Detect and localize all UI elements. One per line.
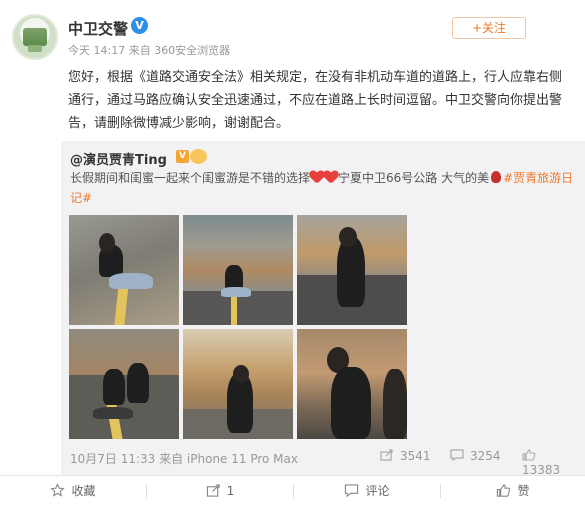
photo-6[interactable] [297,329,407,439]
action-bar: 收藏 1 评论 赞 [0,475,585,505]
comment-count[interactable]: 3254 [450,449,501,463]
verified-gold-icon: V [176,150,189,163]
repost-count[interactable]: 3541 [380,449,431,463]
like-button[interactable]: 赞 [441,476,585,505]
repost-time-source: 10月7日 11:33 来自 iPhone 11 Pro Max [70,452,298,466]
favorite-label: 收藏 [71,484,96,498]
repost-text-part2: 宁夏中卫66号公路 大气的美 [338,171,490,185]
comment-button[interactable]: 评论 [294,476,440,505]
repost-icon [206,484,220,497]
repost-text-part1: 长假期间和闺蜜一起来个闺蜜游是不错的选择 [70,171,311,185]
heart-icon [324,171,338,183]
post-header: 中卫交警 V 今天 14:17 来自 360安全浏览器 +关注 [0,0,585,62]
like-count[interactable]: 13383 [522,449,576,477]
post-meta: 今天 14:17 来自 360安全浏览器 [68,44,231,57]
photo-3[interactable] [297,215,407,325]
photo-5[interactable] [183,329,293,439]
follow-button[interactable]: +关注 [452,17,526,39]
photo-2[interactable] [183,215,293,325]
post-text: 您好，根据《道路交通安全法》相关规定，在没有非机动车道的道路上，行人应靠右侧通行… [68,70,563,131]
photo-4[interactable] [69,329,179,439]
photo-1[interactable] [69,215,179,325]
star-icon [50,483,66,497]
repost-footer: 10月7日 11:33 来自 iPhone 11 Pro Max 3541 32… [70,448,576,477]
thumbs-up-icon [522,449,536,461]
repost-button[interactable]: 1 [147,476,293,505]
like-label: 赞 [517,484,530,498]
share-icon [380,449,393,461]
rose-icon [491,171,502,183]
repost-action-count: 1 [226,484,235,498]
author-name[interactable]: 中卫交警 [68,18,128,39]
comment-label: 评论 [365,484,390,498]
emoji-icon [190,149,207,164]
avatar[interactable] [12,14,58,60]
repost-text: 长假期间和闺蜜一起来个闺蜜游是不错的选择 宁夏中卫66号公路 大气的美 #贾青旅游日… [70,168,576,208]
repost-author[interactable]: @演员贾青Ting [70,149,167,168]
thumbs-up-icon [497,484,511,497]
comment-icon [450,449,464,461]
comment-icon [345,484,359,498]
reposted-card[interactable]: @演员贾青Ting V 长假期间和闺蜜一起来个闺蜜游是不错的选择 宁夏中卫66号公… [61,141,585,477]
repost-count-value: 3541 [400,449,431,463]
comment-count-value: 3254 [470,449,501,463]
favorite-button[interactable]: 收藏 [0,476,146,505]
verified-icon: V [131,17,148,34]
